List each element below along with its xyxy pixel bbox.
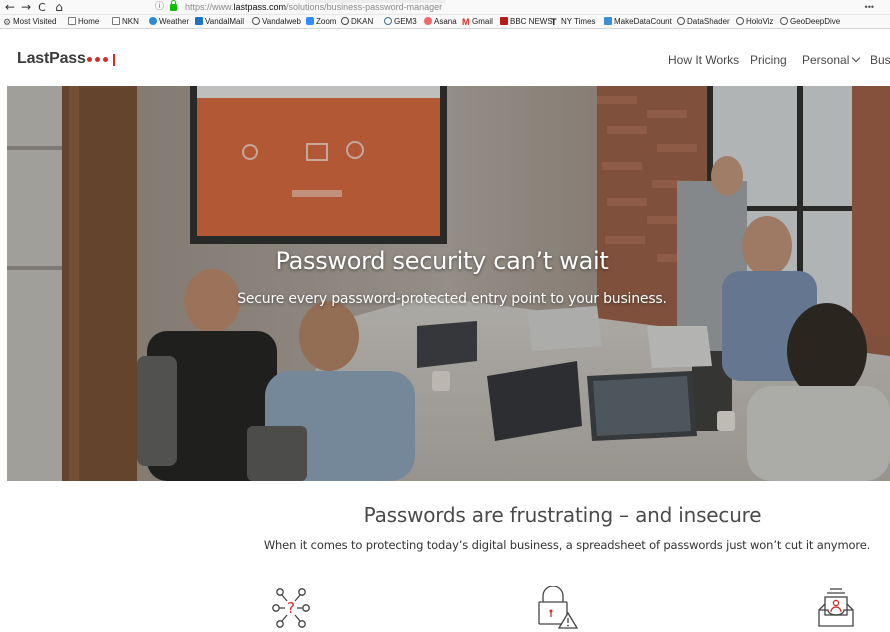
bookmark-label: Asana bbox=[434, 17, 457, 26]
inbox-user-icon bbox=[818, 588, 854, 627]
lastpass-logo[interactable]: LastPass bbox=[17, 50, 115, 68]
bookmark-label: Zoom bbox=[316, 17, 337, 26]
nav-personal[interactable]: Personal bbox=[802, 53, 861, 67]
lock-warning-icon bbox=[538, 586, 579, 629]
url-prefix: https://www. bbox=[185, 2, 234, 12]
section-subtitle: When it comes to protecting today’s digi… bbox=[263, 538, 871, 552]
page-actions-icon[interactable]: ••• bbox=[865, 1, 874, 14]
logo-dots-icon bbox=[87, 54, 127, 66]
bookmark-label: Most Visited bbox=[13, 17, 57, 26]
forward-button[interactable]: → bbox=[19, 0, 33, 15]
bookmark-label: NKN bbox=[122, 17, 139, 26]
logo-text: LastPass bbox=[17, 50, 86, 67]
bookmark-label: NY Times bbox=[561, 17, 596, 26]
bookmark-gmail[interactable]: M Gmail bbox=[462, 15, 493, 28]
folder-icon bbox=[68, 17, 76, 25]
bookmark-dkan[interactable]: DKAN bbox=[341, 15, 374, 28]
home-button[interactable]: ⌂ bbox=[52, 0, 66, 15]
chevron-down-icon bbox=[852, 53, 861, 63]
browser-toolbar: ← → C ⌂ ⓘ https://www.lastpass.com/solut… bbox=[0, 0, 890, 15]
section-title: Passwords are frustrating – and insecure bbox=[363, 503, 762, 527]
bookmark-label: Vandalweb bbox=[262, 17, 301, 26]
bookmark-holoviz[interactable]: HoloViz bbox=[736, 15, 774, 28]
bookmark-vandalweb[interactable]: Vandalweb bbox=[252, 15, 301, 28]
bookmark-datashader[interactable]: DataShader bbox=[677, 15, 730, 28]
bookmark-bbc-news[interactable]: BBC NEWS bbox=[500, 15, 553, 28]
url-bar[interactable]: ⓘ https://www.lastpass.com/solutions/bus… bbox=[152, 0, 880, 14]
nav-personal-label: Personal bbox=[802, 53, 850, 67]
bookmark-label: MakeDataCount bbox=[614, 17, 672, 26]
back-button[interactable]: ← bbox=[3, 0, 17, 15]
bookmark-label: VandalMail bbox=[205, 17, 244, 26]
bookmark-most-visited[interactable]: ⚙ Most Visited bbox=[3, 15, 57, 28]
bookmark-label: GeoDeepDive bbox=[790, 17, 841, 26]
hero-subtitle: Secure every password-protected entry po… bbox=[237, 291, 667, 307]
reload-button[interactable]: C bbox=[35, 0, 49, 15]
nav-how-it-works[interactable]: How It Works bbox=[668, 53, 739, 67]
bookmarks-bar: ⚙ Most Visited Home NKN Weather VandalMai… bbox=[0, 15, 890, 29]
bookmark-ny-times[interactable]: T NY Times bbox=[551, 15, 596, 28]
chart-icon bbox=[604, 17, 612, 25]
url-domain: lastpass.com bbox=[233, 2, 287, 12]
bookmark-label: Weather bbox=[159, 17, 190, 26]
bookmark-label: Home bbox=[78, 17, 100, 26]
globe-icon bbox=[780, 17, 788, 25]
url-text[interactable]: https://www.lastpass.com/solutions/busin… bbox=[185, 1, 442, 14]
bookmark-label: HoloViz bbox=[746, 17, 774, 26]
weather-icon bbox=[149, 17, 157, 25]
gem-icon bbox=[384, 17, 392, 25]
hero-overlay bbox=[7, 86, 890, 481]
info-icon[interactable]: ⓘ bbox=[155, 1, 164, 14]
bookmark-label: BBC NEWS bbox=[510, 17, 553, 26]
globe-icon bbox=[736, 17, 744, 25]
nav-pricing[interactable]: Pricing bbox=[750, 53, 787, 67]
bookmark-nkn[interactable]: NKN bbox=[112, 15, 139, 28]
globe-icon bbox=[252, 17, 260, 25]
hero-banner: Password security can’t wait Secure ever… bbox=[7, 86, 890, 481]
bookmark-vandalmail[interactable]: VandalMail bbox=[195, 15, 244, 28]
globe-icon bbox=[677, 17, 685, 25]
bookmark-gem3[interactable]: GEM3 bbox=[384, 15, 417, 28]
bookmark-makedatacount[interactable]: MakeDataCount bbox=[604, 15, 672, 28]
hero-title: Password security can’t wait bbox=[275, 247, 609, 275]
bbc-icon bbox=[500, 17, 508, 25]
bookmark-geodeepdive[interactable]: GeoDeepDive bbox=[780, 15, 841, 28]
bookmark-label: DKAN bbox=[351, 17, 374, 26]
bookmark-home[interactable]: Home bbox=[68, 15, 100, 28]
folder-icon bbox=[112, 17, 120, 25]
mail-icon bbox=[195, 17, 203, 25]
bookmark-label: GEM3 bbox=[394, 17, 417, 26]
bookmark-label: Gmail bbox=[472, 17, 493, 26]
svg-text:?: ? bbox=[287, 599, 295, 617]
site-header: LastPass How It Works Pricing Personal B… bbox=[0, 29, 890, 86]
gmail-icon: M bbox=[462, 17, 470, 27]
gear-icon: ⚙ bbox=[3, 17, 12, 27]
lock-icon[interactable] bbox=[170, 0, 177, 11]
dkan-icon bbox=[341, 17, 349, 25]
bookmark-label: DataShader bbox=[687, 17, 730, 26]
nav-business[interactable]: Busi bbox=[870, 53, 890, 67]
bookmark-asana[interactable]: Asana bbox=[424, 15, 457, 28]
bookmark-weather[interactable]: Weather bbox=[149, 15, 190, 28]
zoom-icon bbox=[306, 17, 314, 25]
url-path: /solutions/business-password-manager bbox=[286, 2, 443, 12]
nyt-icon: T bbox=[551, 17, 557, 27]
network-question-icon: ? bbox=[272, 588, 310, 628]
bookmark-zoom[interactable]: Zoom bbox=[306, 15, 337, 28]
asana-icon bbox=[424, 17, 432, 25]
